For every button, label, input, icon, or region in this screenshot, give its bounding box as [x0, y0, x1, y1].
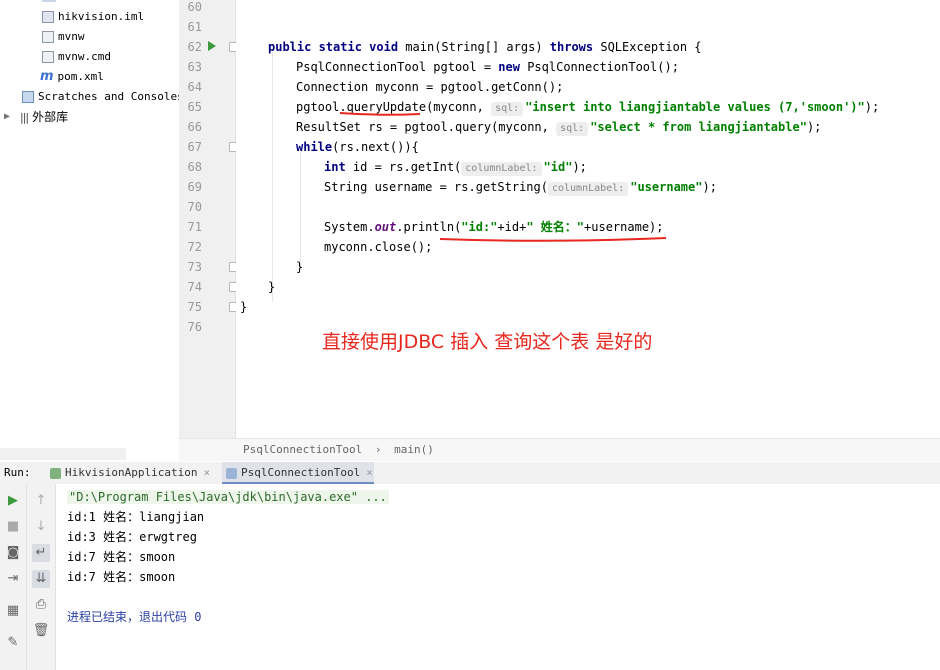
tab-hikvision-application[interactable]: HikvisionApplication × — [46, 462, 218, 484]
camera-icon[interactable]: ◙ — [4, 544, 22, 562]
trash-icon[interactable]: 🗑 — [32, 622, 50, 640]
tab-psql-connection-tool[interactable]: PsqlConnectionTool × — [222, 462, 374, 484]
arrow-down-icon[interactable]: ↓ — [32, 518, 50, 536]
breadcrumb: PsqlConnectionTool › main() — [179, 438, 940, 461]
console-line: id:7 姓名：smoon — [67, 570, 176, 584]
annotation-text: 直接使用JDBC 插入 查询这个表 是好的 — [322, 331, 653, 353]
console-line: id:1 姓名：liangjian — [67, 510, 205, 524]
breadcrumb-method[interactable]: main() — [394, 443, 434, 456]
layout-icon[interactable]: ▦ — [4, 602, 22, 620]
process-exit-message: 进程已结束，退出代码 0 — [67, 610, 202, 624]
console-line: id:7 姓名：smoon — [67, 550, 176, 564]
run-panel-header: Run: HikvisionApplication × PsqlConnectio… — [0, 462, 940, 485]
breadcrumb-class[interactable]: PsqlConnectionTool — [243, 443, 362, 456]
underline-mark — [339, 112, 421, 116]
breadcrumb-separator: › — [374, 443, 382, 456]
rerun-icon[interactable]: ▶ — [4, 492, 22, 510]
arrow-up-icon[interactable]: ↑ — [32, 492, 50, 510]
close-icon[interactable]: × — [203, 466, 210, 479]
pin-icon[interactable]: ✎ — [4, 634, 22, 652]
run-toolbar-primary: ▶ ■ ◙ ⇥ ▦ ✎ — [0, 484, 27, 670]
class-file-icon — [226, 467, 237, 479]
spring-app-icon — [50, 467, 61, 479]
exit-icon[interactable]: ⇥ — [4, 570, 22, 588]
console-line: id:3 姓名：erwgtreg — [67, 530, 197, 544]
console-command: "D:\Program Files\Java\jdk\bin\java.exe"… — [67, 490, 389, 504]
close-icon[interactable]: × — [366, 466, 373, 479]
run-toolbar-secondary: ↑ ↓ ↵ ⇊ ⎙ 🗑 — [27, 484, 56, 670]
console-output[interactable]: "D:\Program Files\Java\jdk\bin\java.exe"… — [56, 484, 940, 670]
run-label: Run: — [4, 466, 31, 479]
print-icon[interactable]: ⎙ — [32, 596, 50, 614]
soft-wrap-icon[interactable]: ↵ — [32, 544, 50, 562]
stop-icon[interactable]: ■ — [4, 518, 22, 536]
scroll-to-end-icon[interactable]: ⇊ — [32, 570, 50, 588]
underline-mark — [439, 237, 667, 242]
